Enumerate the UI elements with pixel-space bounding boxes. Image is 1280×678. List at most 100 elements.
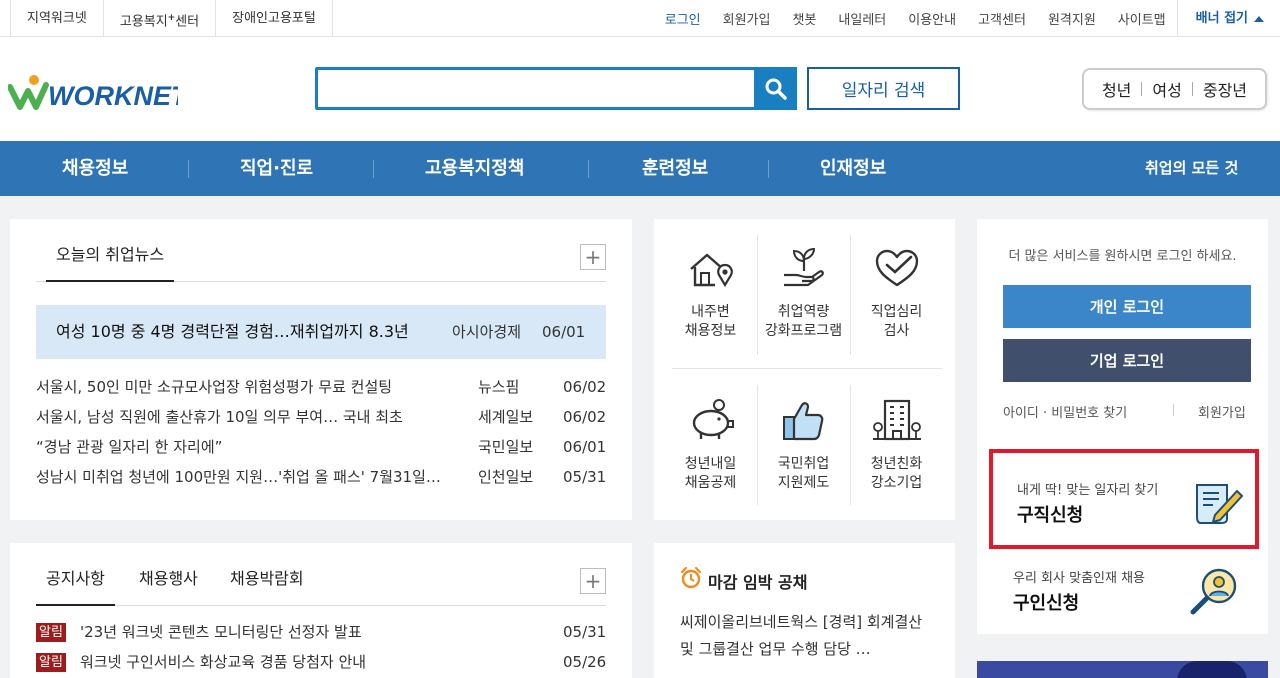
notice-date: 05/31 <box>563 623 607 641</box>
deadline-item[interactable]: 씨제이올리브네트웍스 [경력] 회계결산 및 그룹결산 업무 수행 담당 … <box>680 609 930 663</box>
signup-link-side[interactable]: 회원가입 <box>1198 402 1246 421</box>
news-date: 05/31 <box>563 468 607 486</box>
nav-item-recruitment[interactable]: 채용정보 <box>62 141 128 196</box>
document-pen-icon <box>1196 484 1243 524</box>
news-row[interactable]: 성남시 미취업 청년에 100만원 지원…'취업 올 패스' 7월31일까지 인… <box>36 463 606 491</box>
personal-login-button[interactable]: 개인 로그인 <box>1003 285 1251 328</box>
house-location-icon <box>689 253 733 288</box>
service-label: 채움공제 <box>684 475 737 491</box>
heart-check-icon <box>875 249 918 287</box>
family-site-links: 지역워크넷 고용복지+센터 장애인고용포털 <box>10 0 333 37</box>
find-id-password-link[interactable]: 아이디 · 비밀번호 찾기 <box>1003 402 1127 421</box>
service-label: 채용정보 <box>684 323 737 339</box>
featured-news-date: 06/01 <box>542 323 586 341</box>
news-row[interactable]: “경남 관광 일자리 한 자리에” 국민일보 06/01 <box>36 433 606 461</box>
utility-links: 로그인 회원가입 챗봇 내일레터 이용안내 고객센터 원격지원 사이트맵 배너 … <box>654 0 1280 37</box>
nav-item-career[interactable]: 직업·진로 <box>240 141 313 196</box>
svg-text:WORKNET: WORKNET <box>48 81 178 111</box>
banner-decoration <box>1177 661 1247 678</box>
link-regional-worknet[interactable]: 지역워크넷 <box>10 0 104 37</box>
service-label: 강화프로그램 <box>764 323 843 339</box>
recruitment-application-sub: 우리 회사 맞춤인재 채용 <box>1013 571 1145 586</box>
service-capability-program[interactable]: 취업역량 강화프로그램 <box>757 245 850 341</box>
search-button[interactable] <box>754 67 797 110</box>
service-psychology-test[interactable]: 직업심리 검사 <box>850 245 943 341</box>
link-disability-portal[interactable]: 장애인고용포털 <box>216 0 333 37</box>
search-input[interactable] <box>318 70 754 107</box>
plus-icon: + <box>584 245 602 269</box>
nav-divider <box>768 160 769 178</box>
featured-news-title: 여성 10명 중 4명 경력단절 경험…재취업까지 8.3년 <box>56 322 409 341</box>
target-group-tabs: 청년 여성 중장년 <box>1082 68 1267 110</box>
tomorrow-letter-link[interactable]: 내일레터 <box>827 9 897 28</box>
notice-row[interactable]: 알림 '23년 워크넷 콘텐츠 모니터링단 선정자 발표 05/31 <box>36 618 606 646</box>
notice-row[interactable]: 알림 워크넷 구인서비스 화상교육 경품 당첨자 안내 05/26 <box>36 648 606 676</box>
nav-all-menu[interactable]: 취업의 모든 것 <box>1145 141 1238 196</box>
service-youth-savings[interactable]: 청년내일 채움공제 <box>664 397 757 493</box>
notice-badge: 알림 <box>36 623 66 642</box>
news-row[interactable]: 서울시, 남성 직원에 출산휴가 10일 의무 부여… 국내 최초 세계일보 0… <box>36 403 606 431</box>
service-label: 국민취업 <box>777 456 830 472</box>
tab-women[interactable]: 여성 <box>1142 77 1191 101</box>
recruitment-application-button[interactable]: 우리 회사 맞춤인재 채용 구인신청 <box>1013 564 1259 624</box>
guide-link[interactable]: 이용안내 <box>897 9 967 28</box>
nav-item-talent[interactable]: 인재정보 <box>820 141 886 196</box>
remote-support-link[interactable]: 원격지원 <box>1037 9 1107 28</box>
quick-services-card: 내주변 채용정보 취업역량 강화프로그램 직업심리 검사 청년내일 채움공제 국… <box>654 219 955 520</box>
search-box <box>315 67 797 110</box>
featured-news[interactable]: 여성 10명 중 4명 경력단절 경험…재취업까지 8.3년 아시아경제 06/… <box>36 305 606 359</box>
nav-item-welfare-policy[interactable]: 고용복지정책 <box>425 141 524 196</box>
notice-date: 05/26 <box>563 653 607 671</box>
corporate-login-button[interactable]: 기업 로그인 <box>1003 339 1251 382</box>
service-label: 강소기업 <box>870 475 923 491</box>
news-title: 서울시, 50인 미만 소규모사업장 위험성평가 무료 컨설팅 <box>36 378 393 396</box>
caret-up-icon <box>1254 15 1264 22</box>
service-label: 내주변 <box>691 304 730 320</box>
tab-employment-news[interactable]: 오늘의 취업뉴스 <box>46 241 175 282</box>
worknet-logo[interactable]: WORKNET <box>7 69 190 113</box>
tab-notices[interactable]: 공지사항 <box>36 565 115 606</box>
tab-recruit-events[interactable]: 채용행사 <box>139 565 198 606</box>
nav-divider <box>588 160 589 178</box>
nav-divider <box>188 160 189 178</box>
job-search-button[interactable]: 일자리 검색 <box>807 67 960 110</box>
header: WORKNET 일자리 검색 청년 여성 중장년 <box>0 37 1280 141</box>
service-label: 청년친화 <box>870 456 923 472</box>
sitemap-link[interactable]: 사이트맵 <box>1107 9 1177 28</box>
promo-banner[interactable] <box>977 661 1268 678</box>
thumbs-up-icon <box>782 402 823 441</box>
login-link[interactable]: 로그인 <box>654 9 712 28</box>
tab-job-fairs[interactable]: 채용박람회 <box>230 565 304 606</box>
service-national-employment-support[interactable]: 국민취업지원제도 <box>757 397 850 493</box>
notice-title: '23년 워크넷 콘텐츠 모니터링단 선정자 발표 <box>80 623 362 641</box>
magnifier-person-icon <box>1190 568 1237 615</box>
main-navigation: 채용정보 직업·진로 고용복지정책 훈련정보 인재정보 취업의 모든 것 <box>0 141 1280 196</box>
news-more-button[interactable]: + <box>580 244 606 270</box>
service-youth-friendly-companies[interactable]: 청년친화강소기업 <box>850 397 943 493</box>
news-row[interactable]: 서울시, 50인 미만 소규모사업장 위험성평가 무료 컨설팅 뉴스핌 06/0… <box>36 373 606 401</box>
service-label: 지원제도 <box>777 475 830 491</box>
employment-news-card: 오늘의 취업뉴스 + 여성 10명 중 4명 경력단절 경험…재취업까지 8.3… <box>10 219 632 520</box>
deadline-title: 마감 임박 공채 <box>708 573 808 592</box>
tab-middle-aged[interactable]: 중장년 <box>1193 77 1257 101</box>
deadline-company: 씨제이올리브네트웍스 <box>680 613 819 631</box>
nav-divider <box>373 160 374 178</box>
job-application-sub: 내게 딱! 맞는 일자리 찾기 <box>1017 483 1159 498</box>
notice-more-button[interactable]: + <box>580 568 606 594</box>
banner-toggle-button[interactable]: 배너 접기 <box>1176 0 1280 37</box>
signup-link[interactable]: 회원가입 <box>712 9 782 28</box>
notice-badge: 알림 <box>36 653 66 672</box>
chatbot-link[interactable]: 챗봇 <box>781 9 827 28</box>
link-employment-welfare-center[interactable]: 고용복지+센터 <box>104 0 217 37</box>
news-source: 국민일보 <box>478 438 534 456</box>
nav-item-training[interactable]: 훈련정보 <box>642 141 708 196</box>
divider <box>672 368 942 369</box>
news-title: 성남시 미취업 청년에 100만원 지원…'취업 올 패스' 7월31일까지 <box>36 468 441 486</box>
building-icon <box>872 399 921 441</box>
service-nearby-jobs[interactable]: 내주변채용정보 <box>664 245 757 341</box>
job-application-button[interactable]: 내게 딱! 맞는 일자리 찾기 구직신청 <box>989 449 1259 549</box>
recruitment-application-title: 구인신청 <box>1013 593 1080 614</box>
customer-center-link[interactable]: 고객센터 <box>967 9 1037 28</box>
sprout-hand-icon <box>783 247 824 287</box>
tab-youth[interactable]: 청년 <box>1092 77 1141 101</box>
